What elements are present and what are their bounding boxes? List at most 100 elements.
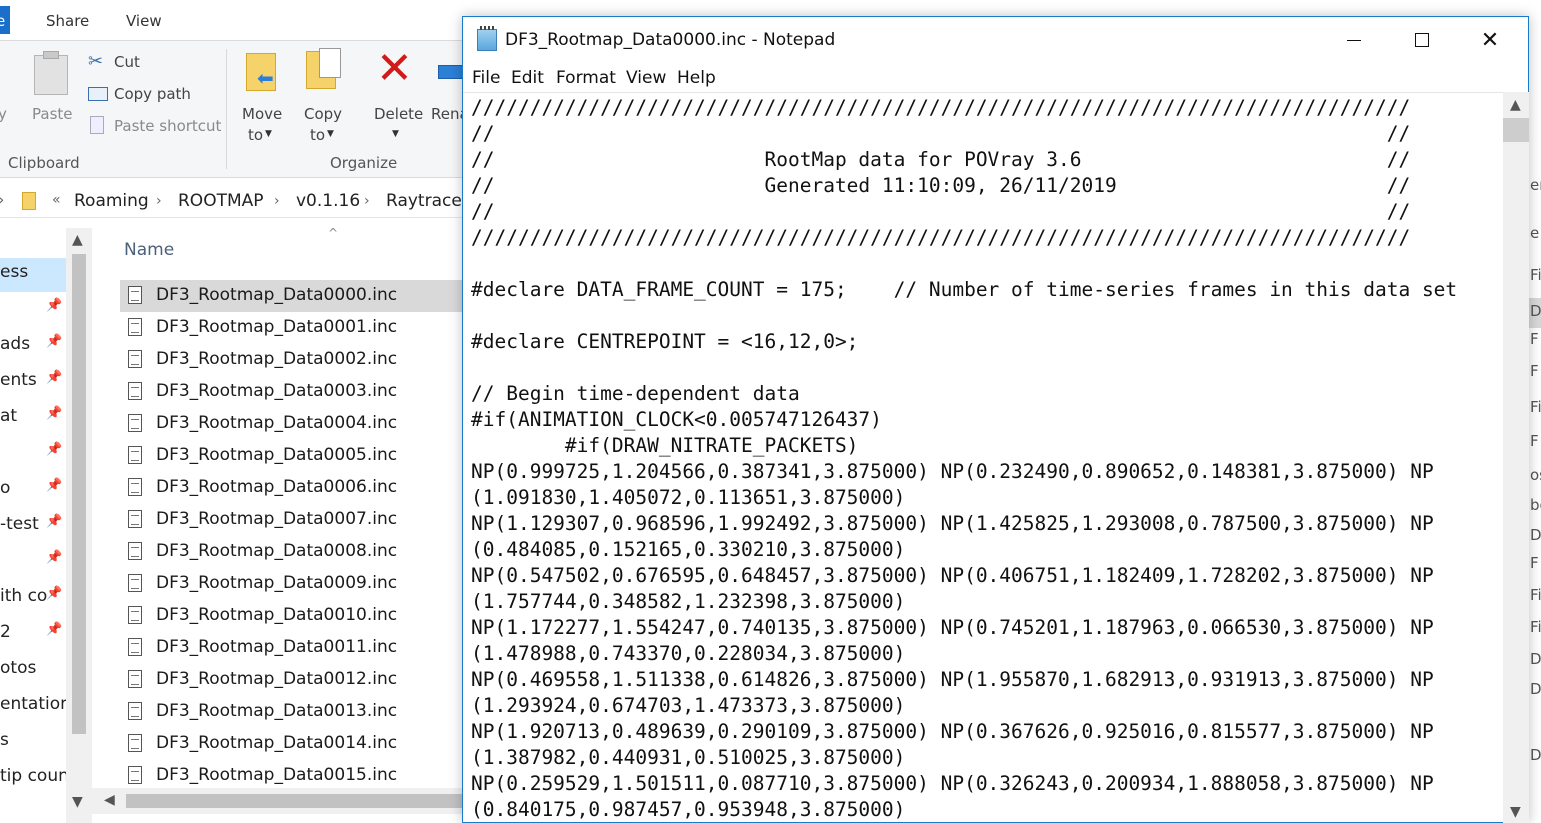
scroll-thumb[interactable] — [1503, 118, 1529, 142]
text-file-icon — [128, 574, 142, 592]
file-row[interactable]: DF3_Rootmap_Data0013.inc — [120, 696, 470, 728]
menu-help[interactable]: Help — [677, 68, 716, 88]
column-header-name[interactable]: Name — [124, 240, 174, 260]
background-window-strip: ereFiDFFFiFosbeDFFiFiDDD — [1528, 0, 1541, 823]
text-file-icon — [128, 510, 142, 528]
nav-item-documents[interactable]: ents — [0, 370, 37, 390]
folder-icon — [22, 192, 36, 210]
copy-to-sublabel: to — [310, 126, 326, 144]
menu-file[interactable]: File — [472, 68, 500, 88]
text-line: // RootMap data for POVray 3.6 // — [471, 148, 1411, 171]
nav-item[interactable]: entation — [0, 694, 71, 714]
file-row[interactable]: DF3_Rootmap_Data0010.inc — [120, 600, 470, 632]
nav-item[interactable]: 2 — [0, 622, 11, 642]
text-editor[interactable]: ////////////////////////////////////////… — [463, 92, 1503, 823]
scroll-thumb[interactable] — [72, 254, 86, 734]
pin-icon: 📌 — [46, 370, 63, 385]
text-file-icon — [128, 286, 142, 304]
nav-item[interactable]: -test — [0, 514, 39, 534]
delete-button[interactable]: Delete — [374, 105, 423, 123]
pin-icon: 📌 — [46, 622, 63, 637]
nav-item[interactable]: at — [0, 406, 17, 426]
breadcrumb-version[interactable]: v0.1.16 — [296, 191, 360, 211]
move-to-sublabel: to — [248, 126, 264, 144]
scroll-up-icon[interactable]: ▲ — [1510, 97, 1521, 113]
background-list-fragment: Fi — [1530, 618, 1541, 636]
minimize-button[interactable] — [1320, 17, 1388, 63]
text-line: NP(0.469558,1.511338,0.614826,3.875000) … — [471, 668, 1434, 691]
breadcrumb-overflow[interactable]: « — [52, 192, 61, 208]
background-list-fragment: be — [1530, 496, 1541, 514]
background-list-fragment: e — [1530, 224, 1540, 242]
paste-icon — [34, 51, 68, 95]
text-line: (1.293924,0.674703,1.473373,3.875000) — [471, 694, 906, 717]
paste-button[interactable]: Paste — [32, 105, 73, 123]
file-row[interactable]: DF3_Rootmap_Data0009.inc — [120, 568, 470, 600]
tab-file[interactable]: e — [0, 6, 10, 34]
file-row[interactable]: DF3_Rootmap_Data0014.inc — [120, 728, 470, 760]
breadcrumb-raytracer[interactable]: Raytracer — [386, 191, 469, 211]
scroll-thumb[interactable] — [126, 794, 466, 808]
copy-to-button[interactable]: Copy — [304, 105, 342, 123]
pin-icon: 📌 — [46, 442, 63, 457]
text-line: // Begin time-dependent data — [471, 382, 800, 405]
scroll-down-icon[interactable]: ▼ — [1510, 804, 1521, 820]
file-row[interactable]: DF3_Rootmap_Data0011.inc — [120, 632, 470, 664]
tab-view[interactable]: View — [126, 12, 162, 30]
pin-icon: 📌 — [46, 406, 63, 421]
scroll-up-icon[interactable]: ▲ — [72, 232, 83, 248]
nav-item[interactable]: ith co — [0, 586, 47, 606]
chevron-right-icon[interactable]: › — [274, 193, 280, 209]
file-row[interactable]: DF3_Rootmap_Data0007.inc — [120, 504, 470, 536]
notepad-window: DF3_Rootmap_Data0000.inc - Notepad ✕ Fil… — [462, 16, 1529, 823]
scroll-down-icon[interactable]: ▼ — [72, 794, 83, 810]
menu-edit[interactable]: Edit — [511, 68, 544, 88]
text-line: (1.478988,0.743370,0.228034,3.875000) — [471, 642, 906, 665]
horizontal-scrollbar[interactable]: ◀ — [92, 788, 470, 814]
file-row[interactable]: DF3_Rootmap_Data0003.inc — [120, 376, 470, 408]
copy-path-button[interactable]: Copy path — [114, 85, 191, 103]
chevron-left-icon[interactable]: › — [0, 190, 4, 209]
file-row[interactable]: DF3_Rootmap_Data0004.inc — [120, 408, 470, 440]
move-to-button[interactable]: Move — [242, 105, 282, 123]
nav-item[interactable]: o — [0, 478, 10, 498]
file-row[interactable]: DF3_Rootmap_Data0001.inc — [120, 312, 470, 344]
nav-item[interactable]: s — [0, 730, 9, 750]
scroll-left-icon[interactable]: ◀ — [104, 792, 115, 808]
chevron-right-icon[interactable]: › — [156, 193, 162, 209]
text-line: (1.387982,0.440931,0.510025,3.875000) — [471, 746, 906, 769]
close-button[interactable]: ✕ — [1456, 17, 1524, 63]
menu-format[interactable]: Format — [556, 68, 616, 88]
nav-item-downloads[interactable]: ads — [0, 334, 30, 354]
text-line: NP(0.259529,1.501511,0.087710,3.875000) … — [471, 772, 1434, 795]
nav-item-quick-access[interactable]: ess — [0, 262, 28, 282]
chevron-right-icon[interactable]: › — [364, 193, 370, 209]
file-row[interactable]: DF3_Rootmap_Data0008.inc — [120, 536, 470, 568]
title-bar[interactable]: DF3_Rootmap_Data0000.inc - Notepad ✕ — [463, 17, 1528, 65]
tab-share[interactable]: Share — [46, 12, 89, 30]
file-name: DF3_Rootmap_Data0004.inc — [156, 413, 398, 433]
file-row[interactable]: DF3_Rootmap_Data0000.inc — [120, 280, 470, 312]
cut-button[interactable]: Cut — [114, 53, 140, 71]
paste-shortcut-icon — [90, 116, 104, 134]
nav-item-photos[interactable]: otos — [0, 658, 36, 678]
menu-view[interactable]: View — [626, 68, 666, 88]
paste-shortcut-button[interactable]: Paste shortcut — [114, 117, 221, 135]
text-line: NP(1.920713,0.489639,0.290109,3.875000) … — [471, 720, 1434, 743]
maximize-button[interactable] — [1388, 17, 1456, 63]
nav-item[interactable]: tip count — [0, 766, 76, 786]
copy-button-stub[interactable]: y — [0, 105, 7, 123]
file-row[interactable]: DF3_Rootmap_Data0012.inc — [120, 664, 470, 696]
delete-icon: ✕ — [376, 43, 413, 94]
file-name: DF3_Rootmap_Data0002.inc — [156, 349, 398, 369]
address-bar[interactable]: › « Roaming › ROOTMAP › v0.1.16 › Raytra… — [0, 184, 470, 218]
text-line: (0.840175,0.987457,0.953948,3.875000) — [471, 798, 906, 821]
breadcrumb-roaming[interactable]: Roaming — [74, 191, 149, 211]
group-divider — [226, 49, 227, 169]
nav-scrollbar[interactable]: ▲ ▼ — [66, 228, 92, 823]
file-row[interactable]: DF3_Rootmap_Data0005.inc — [120, 440, 470, 472]
file-row[interactable]: DF3_Rootmap_Data0002.inc — [120, 344, 470, 376]
vertical-scrollbar[interactable]: ▲ ▼ — [1503, 92, 1529, 823]
file-row[interactable]: DF3_Rootmap_Data0006.inc — [120, 472, 470, 504]
breadcrumb-rootmap[interactable]: ROOTMAP — [178, 191, 264, 211]
